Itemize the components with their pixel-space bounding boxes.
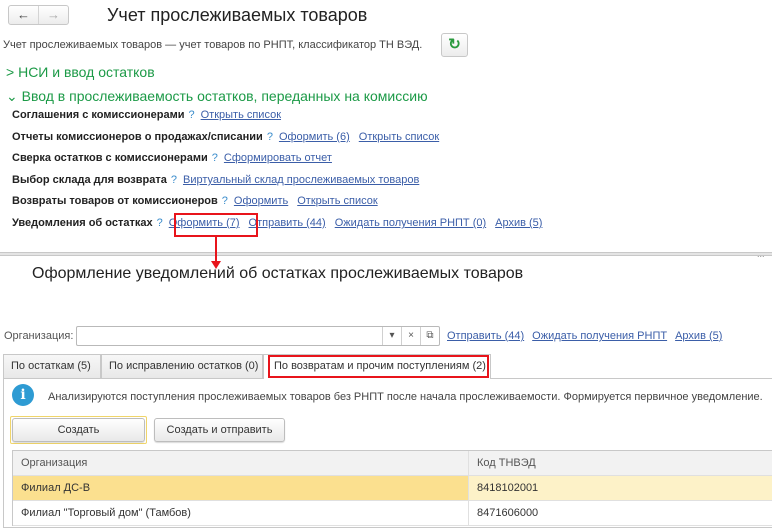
org-input[interactable]: ▾ × ⧉	[76, 326, 440, 346]
tab-corrections[interactable]: По исправлению остатков (0)	[101, 354, 263, 378]
row-reports: Отчеты комиссионеров о продажах/списании…	[12, 131, 448, 143]
help-icon[interactable]: ?	[171, 174, 177, 186]
chevron-down-icon: ⌄	[6, 88, 18, 104]
column-header[interactable]: Организация	[13, 451, 468, 475]
open-icon[interactable]: ⧉	[420, 327, 439, 345]
row-label: Возвраты товаров от комиссионеров	[12, 195, 218, 207]
row-label: Выбор склада для возврата	[12, 174, 167, 186]
archive-link[interactable]: Архив (5)	[495, 217, 542, 229]
forward-icon[interactable]: →	[39, 6, 68, 24]
data-table: Организация Код ТНВЭД Филиал ДС-В 841810…	[12, 450, 772, 526]
row-agreements: Соглашения с комиссионерами? Открыть спис…	[12, 109, 290, 121]
info-text: Анализируются поступления прослеживаемых…	[48, 391, 763, 403]
group-label: Ввод в прослеживаемость остатков, переда…	[21, 88, 428, 104]
row-label: Сверка остатков с комиссионерами	[12, 152, 208, 164]
group-label: НСИ и ввод остатков	[18, 64, 155, 80]
group-nsi[interactable]: > НСИ и ввод остатков	[6, 64, 155, 80]
row-returns: Возвраты товаров от комиссионеров? Оформи…	[12, 195, 387, 207]
open-list-link[interactable]: Открыть список	[297, 195, 377, 207]
open-list-link[interactable]: Открыть список	[201, 109, 281, 121]
tab-balances[interactable]: По остаткам (5)	[3, 354, 101, 378]
arrow-line	[215, 237, 217, 263]
group-commission[interactable]: ⌄ Ввод в прослеживаемость остатков, пере…	[6, 88, 428, 105]
chevron-right-icon: >	[6, 64, 15, 80]
help-icon[interactable]: ?	[267, 131, 273, 143]
open-list-link[interactable]: Открыть список	[359, 131, 439, 143]
send-link[interactable]: Отправить (44)	[249, 217, 326, 229]
help-icon[interactable]: ?	[188, 109, 194, 121]
column-header[interactable]: Код ТНВЭД	[468, 451, 772, 475]
back-icon[interactable]: ←	[9, 6, 39, 24]
row-label: Уведомления об остатках	[12, 217, 153, 229]
archive-link[interactable]: Архив (5)	[675, 330, 722, 342]
cell: Филиал ДС-В	[13, 476, 468, 500]
splitter-handle[interactable]: ...	[757, 249, 765, 259]
cell: Филиал "Торговый дом" (Тамбов)	[21, 507, 191, 519]
create-button[interactable]: Создать	[12, 418, 145, 442]
clear-icon[interactable]: ×	[401, 327, 420, 345]
help-icon[interactable]: ?	[157, 217, 163, 229]
info-icon: i	[12, 384, 34, 406]
row-label: Соглашения с комиссионерами	[12, 109, 185, 121]
page-title: Учет прослеживаемых товаров	[107, 5, 368, 25]
navigation-buttons: ← →	[8, 5, 69, 25]
form-links: Отправить (44) Ожидать получения РНПТ Архи…	[447, 330, 730, 342]
org-label: Организация:	[4, 330, 74, 342]
help-icon[interactable]: ?	[212, 152, 218, 164]
await-rnpt-link[interactable]: Ожидать получения РНПТ	[532, 330, 667, 342]
splitter[interactable]	[0, 252, 772, 256]
create-send-button[interactable]: Создать и отправить	[154, 418, 285, 442]
table-row[interactable]: Филиал ДС-В 8418102001	[13, 476, 772, 501]
row-notifications: Уведомления об остатках? Оформить (7) Отпр…	[12, 217, 551, 229]
table-row[interactable]: Филиал "Торговый дом" (Тамбов) 847160600…	[13, 501, 772, 526]
refresh-icon: ↻	[448, 36, 461, 53]
cell: 8418102001	[468, 476, 772, 500]
warehouse-link[interactable]: Виртуальный склад прослеживаемых товаров	[183, 174, 419, 186]
cell: 8471606000	[468, 501, 772, 525]
dropdown-icon[interactable]: ▾	[382, 327, 401, 345]
row-warehouse: Выбор склада для возврата? Виртуальный ск…	[12, 174, 428, 186]
highlight-box	[268, 355, 489, 378]
row-label: Отчеты комиссионеров о продажах/списании	[12, 131, 263, 143]
help-icon[interactable]: ?	[222, 195, 228, 207]
row-reconciliation: Сверка остатков с комиссионерами? Сформир…	[12, 152, 341, 164]
create-link[interactable]: Оформить	[234, 195, 288, 207]
send-link[interactable]: Отправить (44)	[447, 330, 524, 342]
form-title: Оформление уведомлений об остатках просл…	[32, 265, 524, 282]
await-rnpt-link[interactable]: Ожидать получения РНПТ (0)	[335, 217, 486, 229]
page-description: Учет прослеживаемых товаров — учет товар…	[3, 39, 423, 51]
table-header: Организация Код ТНВЭД	[13, 451, 772, 476]
highlight-box	[174, 213, 258, 237]
generate-report-link[interactable]: Сформировать отчет	[224, 152, 332, 164]
create-link[interactable]: Оформить (6)	[279, 131, 350, 143]
refresh-button[interactable]: ↻	[441, 33, 468, 57]
